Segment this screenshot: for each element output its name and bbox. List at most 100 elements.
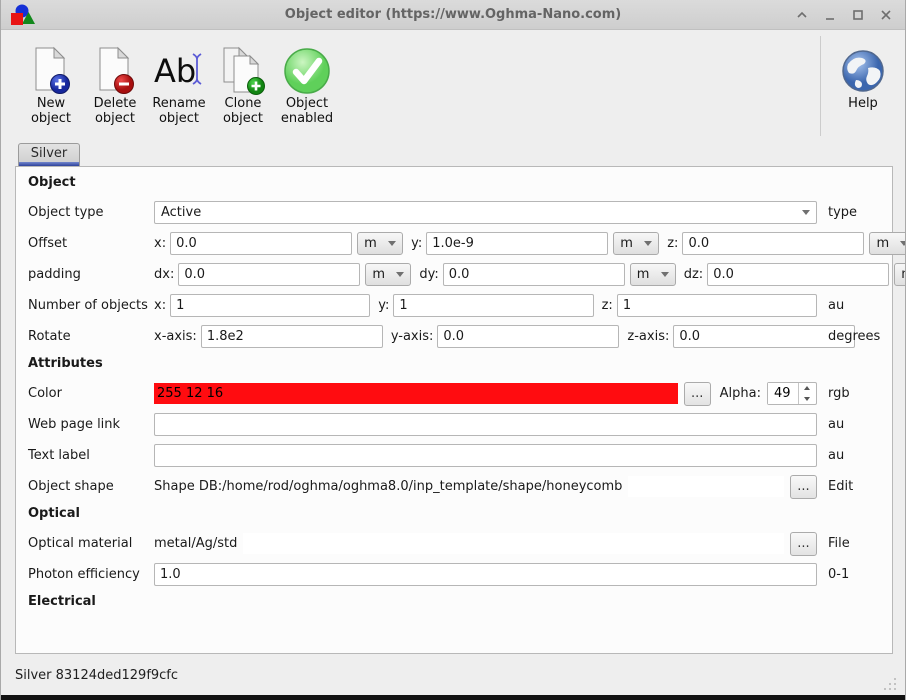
toolbar: New object Delete object Ab Rename objec… <box>1 30 905 142</box>
color-rgb-value: 255 12 16 <box>157 386 224 401</box>
text-label-label: Text label <box>28 448 90 463</box>
unit-value: m <box>636 267 650 282</box>
toolbar-label: Object enabled <box>280 96 334 126</box>
padding-dx-label: dx: <box>154 267 175 282</box>
chevron-down-icon <box>388 241 397 246</box>
object-enabled-toggle[interactable]: Object enabled <box>277 44 337 126</box>
optical-material-filler <box>243 533 784 554</box>
row-text-label: Text label au <box>28 444 888 467</box>
alpha-step-up-button[interactable] <box>799 383 814 394</box>
object-shape-path: Shape DB:/home/rod/oghma/oghma8.0/inp_te… <box>154 479 623 494</box>
minimize-button[interactable] <box>821 6 839 24</box>
web-page-link-label: Web page link <box>28 417 121 432</box>
file-label: File <box>828 536 850 551</box>
check-circle-icon <box>282 44 332 96</box>
section-heading-attributes: Attributes <box>28 356 103 371</box>
svg-text:Ab: Ab <box>154 52 196 90</box>
unit-label-au: au <box>828 417 845 432</box>
count-y-label: y: <box>378 298 390 313</box>
resize-grip[interactable] <box>883 677 897 691</box>
statusbar: Silver 83124ded129f9cfc <box>1 655 905 695</box>
unit-value: m <box>901 267 905 282</box>
offset-y-label: y: <box>411 236 423 251</box>
count-x-input[interactable] <box>170 294 371 317</box>
unit-label-au: au <box>828 448 845 463</box>
padding-dz-unit-select[interactable]: m <box>894 263 905 286</box>
clone-object-button[interactable]: Clone object <box>213 44 273 126</box>
delete-document-icon <box>91 44 139 96</box>
unit-value: m <box>364 236 377 251</box>
object-shape-browse-button[interactable]: ... <box>790 474 817 499</box>
chevron-down-icon <box>396 272 405 277</box>
object-editor-panel: Object Object type Active type Offset x:… <box>15 166 905 654</box>
unit-label-au: au <box>828 298 845 313</box>
color-browse-button[interactable]: ... <box>683 381 711 406</box>
tabbar: Silver <box>1 142 905 166</box>
padding-dy-unit-select[interactable]: m <box>629 263 676 286</box>
globe-icon <box>840 44 886 96</box>
optical-material-browse-button[interactable]: ... <box>790 531 817 556</box>
row-object-shape: Object shape Shape DB:/home/rod/oghma/og… <box>28 474 888 499</box>
row-color: Color 255 12 16 ... Alpha: rgb <box>28 381 888 406</box>
padding-label: padding <box>28 267 81 282</box>
rotate-z-label: z-axis: <box>627 329 670 344</box>
padding-dy-input[interactable] <box>442 263 625 286</box>
count-x-label: x: <box>154 298 167 313</box>
optical-material-label: Optical material <box>28 536 133 551</box>
section-heading-electrical: Electrical <box>28 594 96 609</box>
object-type-label: Object type <box>28 205 104 220</box>
unit-label-degrees: degrees <box>828 329 881 344</box>
shade-button[interactable] <box>793 6 811 24</box>
color-swatch[interactable]: 255 12 16 <box>154 383 678 404</box>
row-rotate: Rotate x-axis: y-axis: z-axis: degrees <box>28 325 888 348</box>
help-button[interactable]: Help <box>833 44 893 111</box>
optical-material-path: metal/Ag/std <box>154 536 238 551</box>
row-padding: padding dx: m dy: m dz: m <box>28 263 905 286</box>
offset-y-input[interactable] <box>426 232 609 255</box>
offset-z-input[interactable] <box>682 232 865 255</box>
status-text: Silver 83124ded129f9cfc <box>15 667 179 683</box>
rotate-y-input[interactable] <box>437 325 620 348</box>
toolbar-label: Rename object <box>152 96 206 126</box>
count-z-input[interactable] <box>616 294 817 317</box>
edit-label: Edit <box>828 479 854 494</box>
titlebar[interactable]: Object editor (https://www.Oghma-Nano.co… <box>1 0 905 30</box>
unit-label-rgb: rgb <box>828 386 850 401</box>
window-controls <box>793 0 895 30</box>
unit-value: m <box>620 236 633 251</box>
rename-object-button[interactable]: Ab Rename object <box>149 44 209 126</box>
offset-z-unit-select[interactable]: m <box>869 232 905 255</box>
object-type-select[interactable]: Active <box>154 201 817 224</box>
padding-dx-unit-select[interactable]: m <box>365 263 412 286</box>
maximize-button[interactable] <box>849 6 867 24</box>
photon-efficiency-label: Photon efficiency <box>28 567 140 582</box>
offset-y-unit-select[interactable]: m <box>613 232 660 255</box>
alpha-spinner <box>767 382 817 405</box>
alpha-label: Alpha: <box>719 386 761 401</box>
toolbar-label: Clone object <box>222 96 264 126</box>
close-button[interactable] <box>877 6 895 24</box>
offset-x-label: x: <box>154 236 167 251</box>
web-page-link-input[interactable] <box>154 413 817 436</box>
offset-x-unit-select[interactable]: m <box>357 232 404 255</box>
count-z-label: z: <box>601 298 613 313</box>
new-object-button[interactable]: New object <box>21 44 81 126</box>
delete-object-button[interactable]: Delete object <box>85 44 145 126</box>
alpha-step-down-button[interactable] <box>799 394 814 405</box>
padding-dz-input[interactable] <box>707 263 890 286</box>
count-y-input[interactable] <box>393 294 594 317</box>
photon-efficiency-input[interactable] <box>154 563 817 586</box>
alpha-input[interactable] <box>768 383 798 404</box>
text-label-input[interactable] <box>154 444 817 467</box>
tab-silver[interactable]: Silver <box>18 143 80 166</box>
down-arrow-icon <box>803 396 810 401</box>
unit-value: m <box>372 267 385 282</box>
rotate-label: Rotate <box>28 329 71 344</box>
toolbar-left-group: New object Delete object Ab Rename objec… <box>1 30 337 126</box>
app-logo-icon[interactable] <box>9 3 37 27</box>
padding-dz-label: dz: <box>683 267 704 282</box>
offset-x-input[interactable] <box>170 232 353 255</box>
rotate-x-input[interactable] <box>200 325 383 348</box>
padding-dx-input[interactable] <box>178 263 361 286</box>
rotate-x-label: x-axis: <box>154 329 197 344</box>
